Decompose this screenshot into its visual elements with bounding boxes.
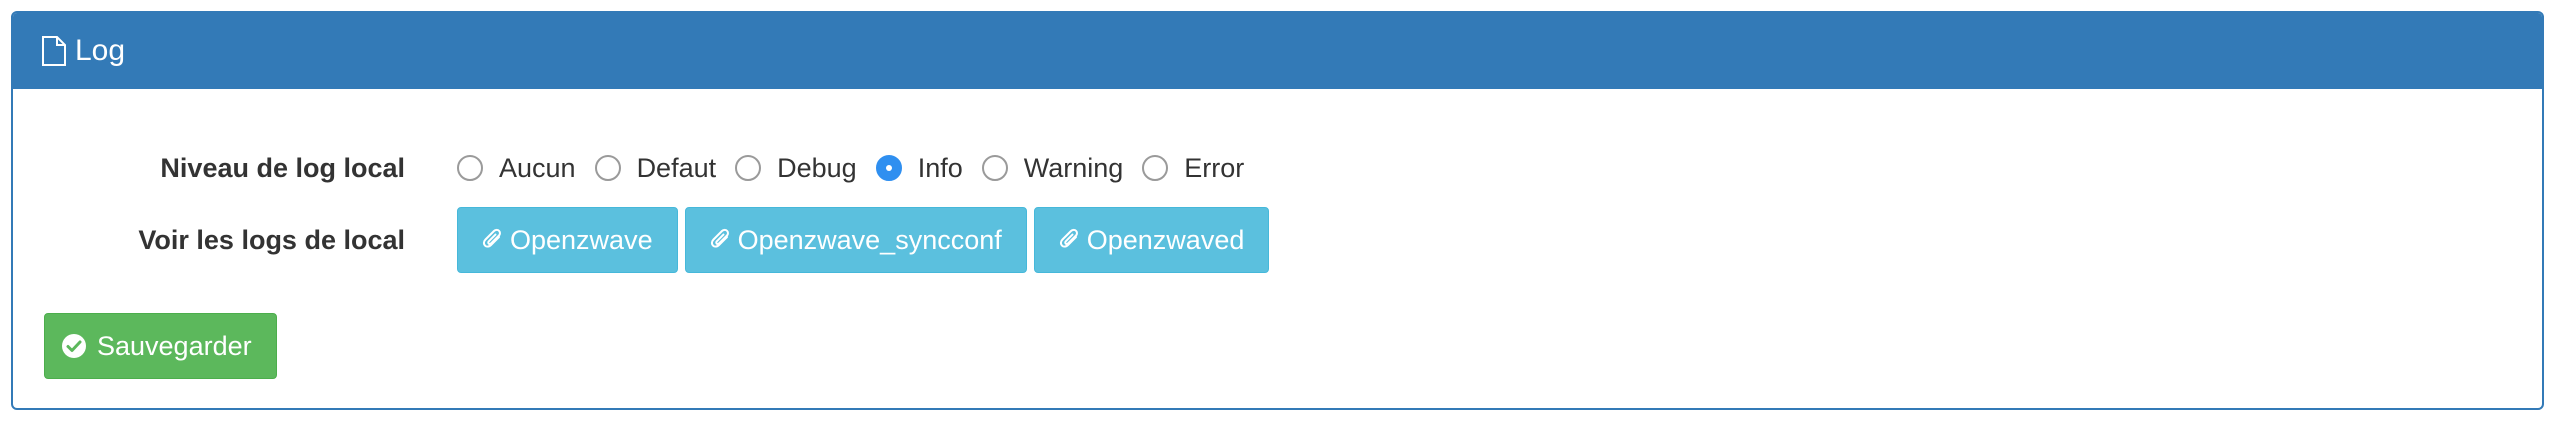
panel-title: Log [75,34,126,67]
log-panel: Log Niveau de log local Aucun Defaut Deb… [11,11,2544,410]
log-buttons-group: Openzwave Openzwave_syncconf Openzwaved [457,207,1276,273]
openzwaved-log-button[interactable]: Openzwaved [1033,207,1270,273]
button-label: Openzwave_syncconf [737,224,1002,255]
radio-label: Defaut [636,152,717,183]
radio-button[interactable] [735,155,762,181]
radio-option-defaut[interactable]: Defaut [594,152,717,184]
file-icon [41,35,67,67]
radio-label: Warning [1023,152,1124,183]
openzwave-syncconf-log-button[interactable]: Openzwave_syncconf [684,207,1027,273]
save-button[interactable]: Sauvegarder [44,313,277,379]
save-button-label: Sauvegarder [97,330,252,361]
radio-label: Aucun [499,152,576,183]
radio-button[interactable] [457,155,483,181]
radio-label: Debug [777,152,857,183]
view-logs-label: Voir les logs de local [138,224,405,255]
paperclip-icon [710,228,732,252]
radio-button-selected[interactable] [875,155,902,181]
radio-option-debug[interactable]: Debug [735,153,857,184]
radio-option-aucun[interactable]: Aucun [457,153,576,184]
button-label: Openzwave [510,224,653,255]
radio-button[interactable] [1142,155,1169,181]
radio-label: Info [917,152,963,183]
panel-heading: Log [13,13,2542,89]
log-level-row: Niveau de log local Aucun Defaut Debug I… [13,143,1263,193]
log-level-radio-group: Aucun Defaut Debug Info Warning Error [457,153,1263,184]
view-logs-row: Voir les logs de local Openzwave Openzwa… [13,205,1276,275]
radio-button[interactable] [981,155,1008,181]
log-level-label: Niveau de log local [160,152,405,183]
button-label: Openzwaved [1086,224,1245,255]
radio-button[interactable] [594,155,621,181]
check-circle-icon [61,333,87,359]
paperclip-icon [1059,228,1081,252]
radio-option-info[interactable]: Info [875,152,963,184]
paperclip-icon [482,228,504,252]
radio-option-warning[interactable]: Warning [981,152,1124,184]
radio-label: Error [1184,152,1245,183]
openzwave-log-button[interactable]: Openzwave [457,207,678,273]
radio-option-error[interactable]: Error [1142,153,1244,184]
